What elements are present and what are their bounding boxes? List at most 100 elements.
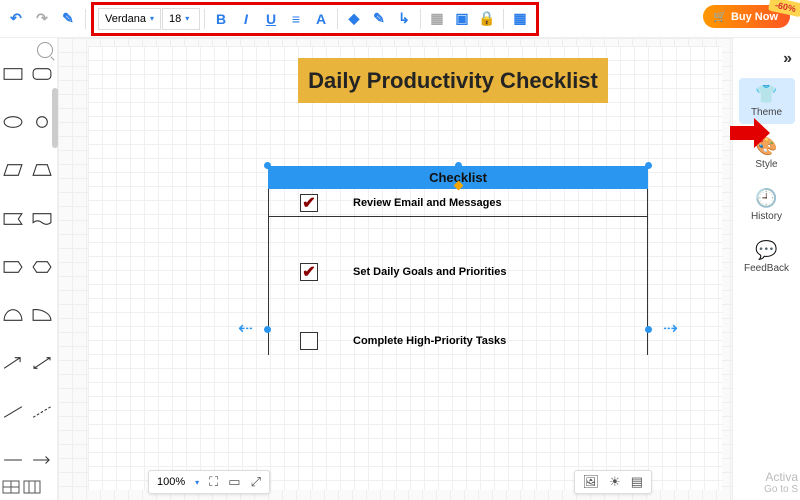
selection-handle[interactable] bbox=[645, 162, 652, 169]
workspace: Daily Productivity Checklist Checklist ✔… bbox=[0, 38, 800, 500]
hexagon-shape[interactable] bbox=[31, 259, 53, 275]
selection-handle[interactable] bbox=[264, 326, 271, 333]
font-family-value: Verdana bbox=[105, 13, 146, 25]
underline-button[interactable]: U bbox=[259, 7, 283, 31]
line-shape[interactable] bbox=[2, 452, 24, 468]
roundrect-shape[interactable] bbox=[31, 66, 53, 82]
lock-button[interactable]: 🔒 bbox=[475, 7, 499, 31]
connector-button[interactable]: ↳ bbox=[392, 7, 416, 31]
zoom-level[interactable]: 100% bbox=[157, 476, 185, 488]
align-button[interactable]: ≡ bbox=[284, 7, 308, 31]
checklist-table[interactable]: Checklist ✔ Review Email and Messages ✔ … bbox=[268, 166, 648, 355]
format-painter-button[interactable]: ✎ bbox=[56, 7, 80, 31]
table-cell-text[interactable]: Review Email and Messages bbox=[349, 193, 647, 213]
checkbox-checked-icon[interactable]: ✔ bbox=[300, 194, 318, 212]
document-shape[interactable] bbox=[31, 211, 53, 227]
divider bbox=[420, 9, 421, 29]
history-icon: 🕘 bbox=[741, 188, 793, 209]
fullscreen-icon[interactable]: ⤢ bbox=[251, 474, 261, 490]
chevron-down-icon: ▾ bbox=[150, 14, 154, 23]
chevron-down-icon[interactable]: ▾ bbox=[195, 478, 199, 487]
right-panel: » 👕 Theme 🎨 Style 🕘 History 💬 FeedBack bbox=[732, 38, 800, 500]
font-family-select[interactable]: Verdana ▾ bbox=[98, 8, 161, 30]
watermark-line2: Go to S bbox=[764, 484, 798, 496]
divider bbox=[337, 9, 338, 29]
canvas-area[interactable]: Daily Productivity Checklist Checklist ✔… bbox=[58, 38, 732, 500]
watermark-line1: Activa bbox=[764, 470, 798, 484]
lib-tab-grid2[interactable] bbox=[23, 480, 41, 494]
table-row[interactable]: ✔ Set Daily Goals and Priorities bbox=[269, 217, 647, 327]
resize-arrow-left-icon[interactable]: ⇠ bbox=[238, 318, 253, 339]
zoom-toolbar: 100% ▾ ⛶ ▭ ⤢ bbox=[148, 470, 270, 494]
checkbox-empty-icon[interactable]: ✔ bbox=[300, 332, 318, 350]
shape-library-panel bbox=[0, 38, 58, 500]
ellipse-shape[interactable] bbox=[2, 114, 24, 130]
line-diag-shape[interactable] bbox=[2, 404, 24, 420]
undo-button[interactable]: ↶ bbox=[4, 7, 28, 31]
pentagon-shape[interactable] bbox=[2, 259, 24, 275]
panel-tab-history[interactable]: 🕘 History bbox=[739, 182, 795, 228]
redo-button[interactable]: ↷ bbox=[30, 7, 54, 31]
font-size-select[interactable]: 18 ▾ bbox=[162, 8, 200, 30]
divider bbox=[204, 9, 205, 29]
collapse-panel-button[interactable]: » bbox=[775, 46, 800, 72]
flag-shape[interactable] bbox=[2, 211, 24, 227]
buy-label: Buy Now bbox=[731, 11, 778, 23]
windows-watermark: Activa Go to S bbox=[764, 470, 798, 496]
lib-tab-grid[interactable] bbox=[2, 480, 20, 494]
arrow-both-shape[interactable] bbox=[31, 355, 53, 371]
checkbox-checked-icon[interactable]: ✔ bbox=[300, 263, 318, 281]
layer-back-button[interactable]: ▣ bbox=[450, 7, 474, 31]
table-cell-text[interactable]: Complete High-Priority Tasks bbox=[349, 331, 647, 351]
arrow-ne-shape[interactable] bbox=[2, 355, 24, 371]
fill-button[interactable]: ◆ bbox=[342, 7, 366, 31]
trapezoid-shape[interactable] bbox=[31, 162, 53, 178]
shape-palette bbox=[0, 62, 57, 500]
feedback-icon: 💬 bbox=[741, 240, 793, 261]
table-row[interactable]: ✔ Complete High-Priority Tasks bbox=[269, 327, 647, 355]
stroke-button[interactable]: ✎ bbox=[367, 7, 391, 31]
cart-icon: 🛒 bbox=[713, 10, 727, 23]
main-toolbar: ↶ ↷ ✎ Verdana ▾ 18 ▾ B I U ≡ A ◆ ✎ ↳ ▦ ▣… bbox=[0, 0, 800, 38]
parallelogram-shape[interactable] bbox=[2, 162, 24, 178]
table-body: ✔ Review Email and Messages ✔ Set Daily … bbox=[268, 189, 648, 355]
table-cell-text[interactable]: Set Daily Goals and Priorities bbox=[349, 262, 647, 282]
fit-width-icon[interactable]: ⛶ bbox=[209, 474, 218, 490]
title-shape[interactable]: Daily Productivity Checklist bbox=[298, 58, 608, 103]
line-dash-shape[interactable] bbox=[31, 404, 53, 420]
arrow-right-shape[interactable] bbox=[31, 452, 53, 468]
image-icon[interactable]: 🖼 bbox=[583, 474, 600, 490]
chevron-down-icon: ▾ bbox=[185, 14, 189, 23]
panel-tab-feedback[interactable]: 💬 FeedBack bbox=[739, 234, 795, 280]
panel-label: Style bbox=[755, 159, 777, 170]
panel-label: Theme bbox=[751, 107, 782, 118]
bold-button[interactable]: B bbox=[209, 7, 233, 31]
divider bbox=[503, 9, 504, 29]
grid-button[interactable]: ▦ bbox=[508, 7, 532, 31]
canvas-page[interactable]: Daily Productivity Checklist Checklist ✔… bbox=[88, 46, 722, 490]
selection-handle[interactable] bbox=[455, 162, 462, 169]
search-row bbox=[0, 38, 57, 62]
resize-arrow-right-icon[interactable]: ⇢ bbox=[663, 318, 678, 339]
halfcircle-shape[interactable] bbox=[2, 307, 24, 323]
layer-front-button[interactable]: ▦ bbox=[425, 7, 449, 31]
selection-handle[interactable] bbox=[645, 326, 652, 333]
quarter-shape[interactable] bbox=[31, 307, 53, 323]
fit-page-icon[interactable]: ▭ bbox=[228, 474, 240, 490]
italic-button[interactable]: I bbox=[234, 7, 258, 31]
table-row[interactable]: ✔ Review Email and Messages bbox=[269, 189, 647, 217]
view-toolbar: 🖼 ☀ ▤ bbox=[574, 470, 652, 494]
text-color-button[interactable]: A bbox=[309, 7, 333, 31]
text-format-group: Verdana ▾ 18 ▾ B I U ≡ A ◆ ✎ ↳ ▦ ▣ 🔒 ▦ bbox=[91, 2, 539, 36]
font-size-value: 18 bbox=[169, 13, 181, 25]
layers-icon[interactable]: ▤ bbox=[631, 474, 643, 490]
panel-label: History bbox=[751, 211, 782, 222]
theme-icon: 👕 bbox=[741, 84, 793, 105]
panel-label: FeedBack bbox=[744, 263, 789, 274]
rect-shape[interactable] bbox=[2, 66, 24, 82]
search-icon[interactable] bbox=[37, 42, 53, 58]
library-tabs bbox=[2, 480, 41, 494]
circle-shape[interactable] bbox=[31, 114, 53, 130]
selection-handle[interactable] bbox=[264, 162, 271, 169]
brightness-icon[interactable]: ☀ bbox=[609, 474, 621, 490]
